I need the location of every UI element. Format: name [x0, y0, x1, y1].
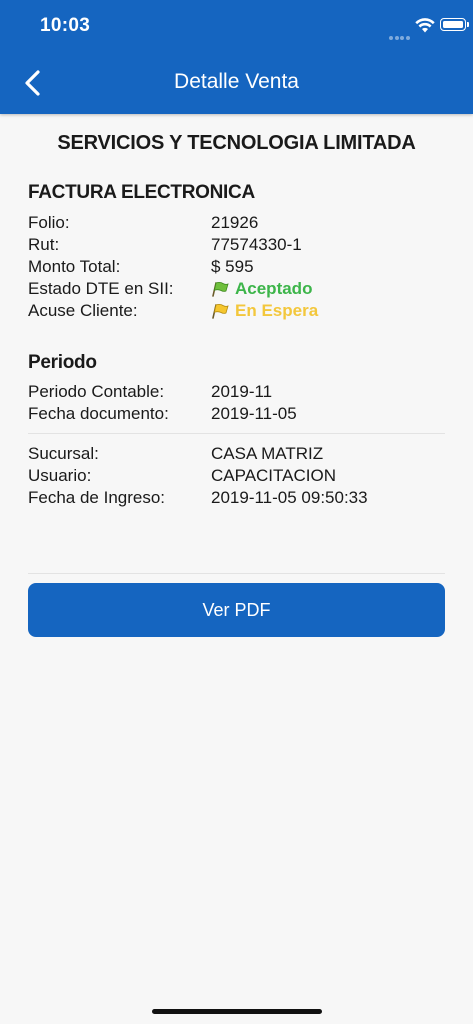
fecha-ingreso-value: 2019-11-05 09:50:33 [211, 488, 368, 507]
sucursal-row: Sucursal: CASA MATRIZ [28, 444, 448, 466]
app-header: 10:03 Detalle Venta [0, 0, 473, 114]
acuse-value-wrap: En Espera [211, 301, 318, 321]
sucursal-value: CASA MATRIZ [211, 444, 324, 463]
periodo-contable-label: Periodo Contable: [28, 382, 165, 401]
folio-row: Folio: 21926 [28, 213, 448, 235]
periodo-section-title: Periodo [28, 352, 97, 373]
usuario-value: CAPACITACION [211, 466, 336, 485]
fecha-documento-label: Fecha documento: [28, 404, 169, 423]
wifi-icon [415, 18, 435, 33]
battery-icon [440, 18, 469, 31]
fecha-documento-row: Fecha documento: 2019-11-05 [28, 404, 448, 426]
rut-label: Rut: [28, 235, 60, 254]
status-time: 10:03 [40, 15, 91, 36]
sucursal-label: Sucursal: [28, 444, 99, 463]
ver-pdf-button[interactable]: Ver PDF [28, 583, 445, 637]
periodo-contable-row: Periodo Contable: 2019-11 [28, 382, 448, 404]
fecha-ingreso-row: Fecha de Ingreso: 2019-11-05 09:50:33 [28, 488, 448, 510]
monto-label: Monto Total: [28, 257, 121, 276]
divider [28, 573, 445, 574]
estado-label: Estado DTE en SII: [28, 279, 174, 298]
monto-row: Monto Total: $ 595 [28, 257, 448, 279]
company-name: SERVICIOS Y TECNOLOGIA LIMITADA [57, 132, 416, 154]
estado-row: Estado DTE en SII: Aceptado [28, 279, 448, 301]
green-flag-icon [212, 281, 229, 297]
acuse-label: Acuse Cliente: [28, 301, 138, 320]
page-title: Detalle Venta [174, 70, 299, 93]
acuse-row: Acuse Cliente: En Espera [28, 301, 448, 323]
estado-status-text: Aceptado [235, 279, 313, 298]
acuse-status-text: En Espera [235, 301, 319, 320]
yellow-flag-icon [212, 303, 229, 319]
periodo-contable-value: 2019-11 [211, 382, 273, 401]
usuario-row: Usuario: CAPACITACION [28, 466, 448, 488]
signal-icon [389, 27, 411, 40]
fecha-documento-value: 2019-11-05 [211, 404, 297, 423]
estado-value-wrap: Aceptado [211, 279, 312, 299]
divider [28, 433, 445, 434]
rut-row: Rut: 77574330-1 [28, 235, 448, 257]
invoice-section-title: FACTURA ELECTRONICA [28, 182, 255, 203]
monto-value: $ 595 [211, 257, 254, 276]
folio-value: 21926 [211, 213, 259, 232]
usuario-label: Usuario: [28, 466, 92, 485]
home-indicator[interactable] [152, 1009, 322, 1014]
folio-label: Folio: [28, 213, 70, 232]
fecha-ingreso-label: Fecha de Ingreso: [28, 488, 166, 507]
rut-value: 77574330-1 [211, 235, 302, 254]
